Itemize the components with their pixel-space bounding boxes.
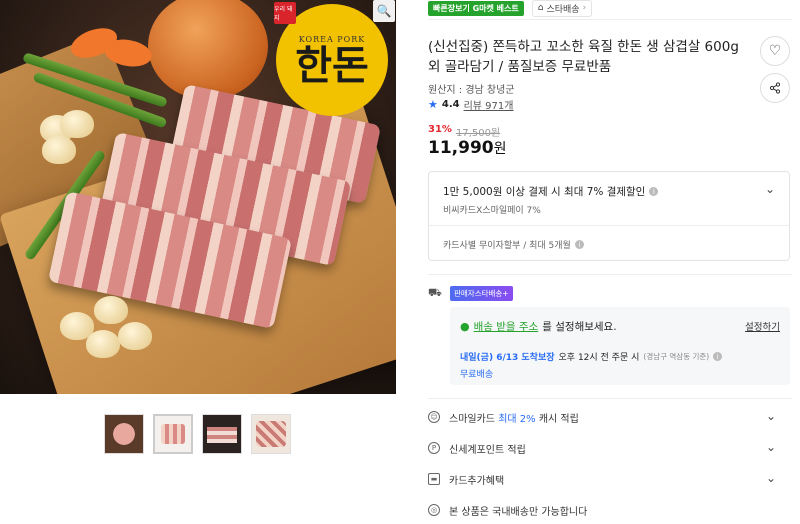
star-icon: ★ bbox=[428, 98, 438, 111]
delivery-guarantee: 내일(금) 6/13 도착보장 bbox=[460, 353, 555, 363]
set-address-button[interactable]: 설정하기 bbox=[745, 319, 780, 333]
discount-rate: 31% bbox=[428, 124, 452, 135]
origin-info: 원산지 : 경남 창녕군 bbox=[428, 85, 515, 96]
card-discount-headline: 1만 5,000원 이상 결제 시 최대 7% 결제할인 i bbox=[443, 184, 659, 199]
share-button[interactable] bbox=[760, 73, 790, 103]
divider bbox=[428, 274, 792, 275]
card-icon: ▬ bbox=[428, 473, 440, 485]
divider bbox=[428, 398, 792, 399]
original-price: 17,500원 bbox=[455, 128, 501, 139]
product-main-image[interactable]: KOREA PORK 한돈 우리 돼지 🔍 bbox=[0, 0, 396, 394]
header-badges: 빠른장보기 G마켓 베스트 ⌂ 스타배송 › bbox=[428, 0, 792, 17]
chevron-down-icon[interactable]: ⌄ bbox=[766, 471, 776, 485]
domestic-shipping-row: ◎ 본 상품은 국내배송만 가능합니다 bbox=[428, 496, 790, 524]
zoom-button[interactable]: 🔍 bbox=[373, 0, 395, 22]
shipping-box: ● 배송 받을 주소 를 설정해보세요. 설정하기 내일(금) 6/13 도착보… bbox=[450, 307, 790, 385]
smile-card-label: 스마일카드 bbox=[449, 413, 495, 425]
delivery-cutoff: 오후 12시 전 주문 시 bbox=[558, 353, 640, 363]
discount-row: 31% 17,500원 bbox=[428, 124, 500, 139]
logo-stamp: 우리 돼지 bbox=[274, 2, 296, 24]
logo-glyph: 한돈 bbox=[295, 42, 369, 89]
search-icon: 🔍 bbox=[376, 4, 392, 18]
price-unit: 원 bbox=[493, 141, 507, 157]
garlic-clove bbox=[94, 296, 128, 324]
domestic-shipping-label: 본 상품은 국내배송만 가능합니다 bbox=[449, 506, 588, 518]
delivery-note: (경남구 역삼동 기준) bbox=[643, 352, 710, 361]
garlic-clove bbox=[42, 136, 76, 164]
garlic-clove bbox=[60, 110, 94, 138]
installment-info: 카드사별 무이자할부 / 최대 5개월 i bbox=[443, 238, 584, 251]
chevron-right-icon: › bbox=[582, 3, 587, 13]
shipping-address-link[interactable]: 배송 받을 주소 bbox=[474, 319, 539, 334]
globe-icon: ◎ bbox=[428, 504, 440, 516]
smile-card-row[interactable]: ☺ 스마일카드 최대 2% 캐시 적립 ⌄ bbox=[428, 403, 790, 431]
shinsegae-point-row[interactable]: P 신세계포인트 적립 ⌄ bbox=[428, 434, 790, 462]
onion bbox=[148, 0, 268, 100]
garlic-clove bbox=[118, 322, 152, 350]
review-count-link[interactable]: 리뷰 971개 bbox=[464, 97, 514, 112]
rating-score: 4.4 bbox=[441, 99, 460, 110]
shinsegae-point-label: 신세계포인트 적립 bbox=[449, 444, 526, 456]
free-shipping: 무료배송 bbox=[460, 370, 494, 380]
heart-icon: ♡ bbox=[768, 43, 782, 59]
sale-price: 11,990원 bbox=[428, 138, 507, 158]
best-badge[interactable]: 빠른장보기 G마켓 베스트 bbox=[428, 0, 524, 16]
card-discount-text: 1만 5,000원 이상 결제 시 최대 7% 결제할인 bbox=[443, 186, 646, 198]
thumbnail-3[interactable] bbox=[202, 414, 242, 454]
star-ship-label: 스타배송 bbox=[546, 4, 580, 15]
share-icon bbox=[769, 82, 781, 94]
info-icon[interactable]: i bbox=[713, 352, 723, 361]
card-discount-detail: 비씨카드X스마일페이 7% bbox=[443, 206, 541, 216]
info-icon[interactable]: i bbox=[574, 240, 584, 249]
garlic-clove bbox=[86, 330, 120, 358]
thumbnail-list bbox=[104, 414, 291, 454]
star-ship-badge[interactable]: ⌂ 스타배송 › bbox=[531, 0, 593, 17]
chevron-down-icon[interactable]: ⌄ bbox=[765, 182, 775, 196]
price-value: 11,990 bbox=[428, 138, 494, 158]
card-benefit-label: 카드추가혜택 bbox=[449, 475, 505, 487]
truck-icon: ⛟ bbox=[428, 286, 442, 299]
shipping-address-prompt: ● 배송 받을 주소 를 설정해보세요. bbox=[460, 319, 617, 334]
smile-card-rate: 최대 2% bbox=[498, 413, 536, 425]
divider bbox=[428, 19, 792, 20]
wishlist-button[interactable]: ♡ bbox=[760, 36, 790, 66]
thumbnail-2[interactable] bbox=[153, 414, 193, 454]
seller-star-shipping-badge: 판매자스타배송+ bbox=[450, 286, 513, 301]
home-icon: ⌂ bbox=[537, 3, 544, 13]
delivery-date: 내일(금) 6/13 도착보장 오후 12시 전 주문 시 (경남구 역삼동 기… bbox=[460, 350, 723, 363]
product-title: (신선집중) 쫀득하고 꼬소한 육질 한돈 생 삼겹살 600g 외 골라담기 … bbox=[428, 39, 739, 75]
rating: ★ 4.4 리뷰 971개 bbox=[428, 97, 513, 112]
installment-text: 카드사별 무이자할부 / 최대 5개월 bbox=[443, 241, 571, 251]
chevron-down-icon[interactable]: ⌄ bbox=[766, 440, 776, 454]
card-benefit-row[interactable]: ▬ 카드추가혜택 ⌄ bbox=[428, 465, 790, 493]
info-icon[interactable]: i bbox=[649, 187, 659, 196]
divider bbox=[429, 225, 789, 226]
smile-card-icon: ☺ bbox=[428, 411, 440, 423]
product-info: 빠른장보기 G마켓 베스트 ⌂ 스타배송 › (신선집중) 쫀득하고 꼬소한 육… bbox=[428, 0, 792, 518]
thumbnail-4[interactable] bbox=[251, 414, 291, 454]
chevron-down-icon[interactable]: ⌄ bbox=[766, 409, 776, 423]
location-pin-icon: ● bbox=[460, 320, 470, 333]
smile-card-suffix: 캐시 적립 bbox=[538, 413, 579, 425]
point-icon: P bbox=[428, 442, 440, 454]
card-discount-box[interactable]: 1만 5,000원 이상 결제 시 최대 7% 결제할인 i 비씨카드X스마일페… bbox=[428, 171, 790, 261]
shipping-address-suffix: 를 설정해보세요. bbox=[542, 321, 617, 333]
thumbnail-1[interactable] bbox=[104, 414, 144, 454]
